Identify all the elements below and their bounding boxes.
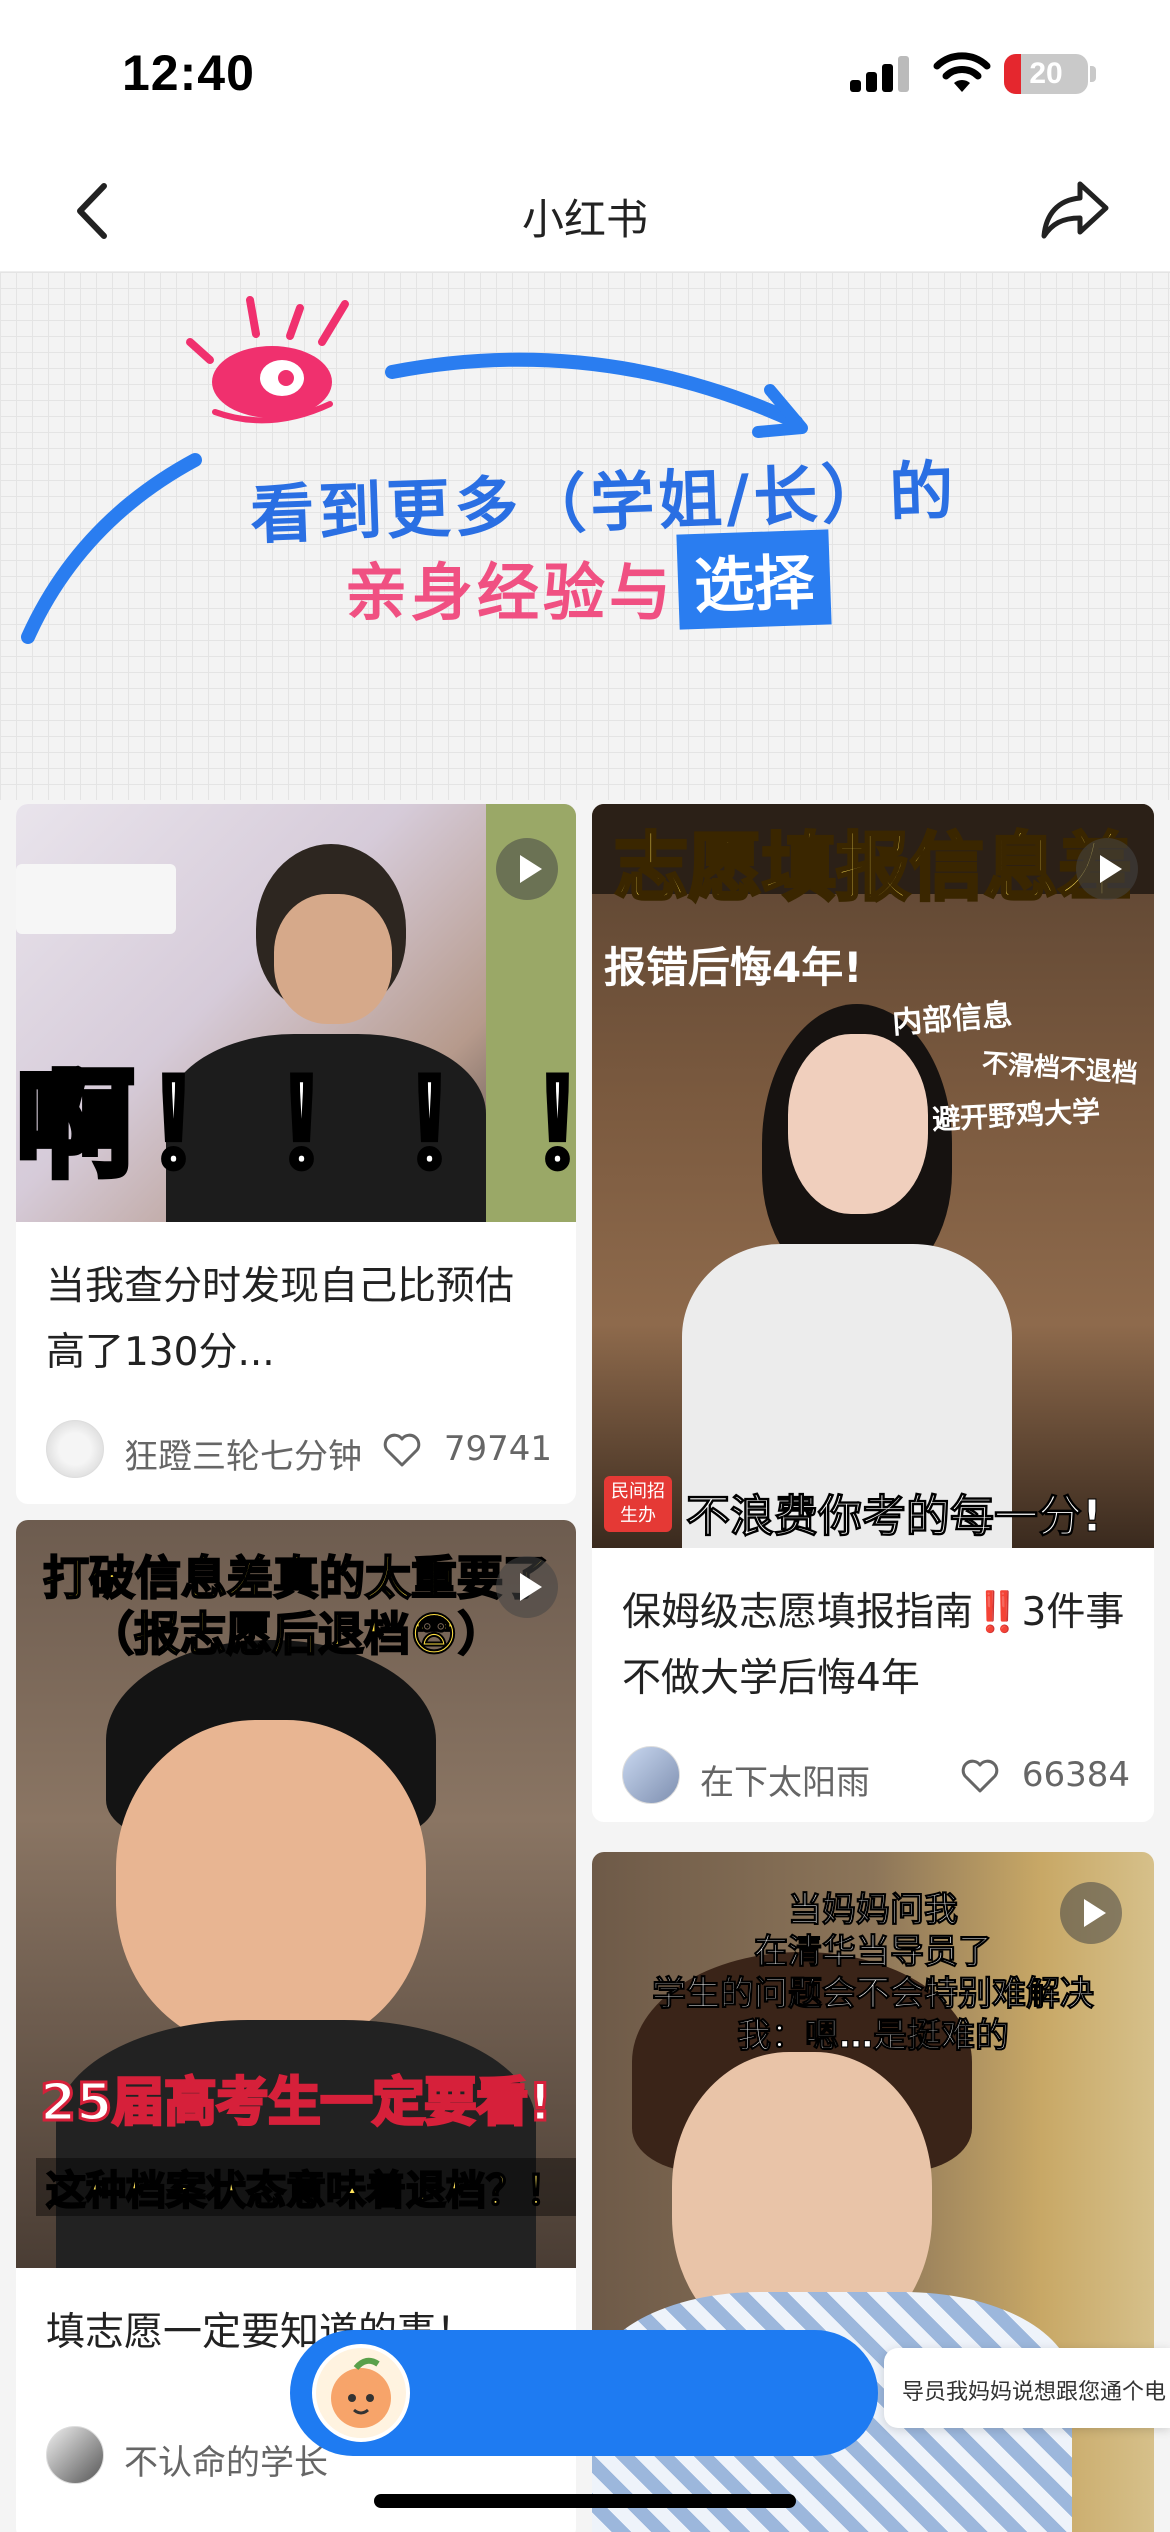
home-indicator	[374, 2494, 796, 2508]
note-meta: 狂蹬三轮七分钟 79741	[46, 1420, 552, 1480]
status-bar: 12:40 20	[0, 0, 1170, 150]
thumbnail-footer: 这种档案状态意味着退档？！	[36, 2158, 576, 2216]
battery-icon: 20	[1004, 54, 1088, 94]
note-meta: 在下太阳雨 66384	[622, 1746, 1130, 1806]
banner-subline: 亲身经验与	[345, 556, 676, 629]
author-name[interactable]: 狂蹬三轮七分钟	[124, 1429, 362, 1478]
play-icon	[496, 838, 558, 900]
note-title: 当我查分时发现自己比预估高了130分...	[46, 1264, 515, 1375]
promo-banner[interactable]: 看到更多（学姐/长）的 亲身经验与 选择	[0, 272, 1170, 800]
thumbnail-note: 避开野鸡大学	[931, 1094, 1101, 1137]
note-thumbnail: 啊！！！！	[16, 804, 576, 1222]
page-title: 小红书	[521, 195, 648, 244]
brand-badge: 民间招生办	[604, 1476, 672, 1532]
avatar[interactable]	[46, 2426, 104, 2484]
thumbnail-note: 内部信息	[891, 997, 1014, 1042]
assistant-avatar[interactable]	[312, 2344, 410, 2442]
thumbnail-caption: 啊！！！！	[16, 1053, 576, 1197]
thumbnail-subhead: 报错后悔4年!	[604, 943, 863, 992]
nav-bar: 小红书	[0, 150, 1170, 272]
note-title: 保姆级志愿填报指南‼️3件事不做大学后悔4年	[622, 1590, 1125, 1701]
peach-mascot-icon	[331, 2357, 391, 2428]
note-thumbnail: 志愿填报信息差 报错后悔4年! 内部信息 不滑档不退档 避开野鸡大学 民间招生办…	[592, 804, 1154, 1548]
author-name[interactable]: 在下太阳雨	[700, 1755, 870, 1804]
floating-message-tip[interactable]: 导员我妈妈说想跟您通个电	[884, 2348, 1170, 2428]
cellular-signal-icon	[850, 56, 910, 92]
play-icon	[1076, 838, 1138, 900]
play-icon	[1060, 1882, 1122, 1944]
avatar[interactable]	[622, 1746, 680, 1804]
note-card[interactable]: 啊！！！！ 当我查分时发现自己比预估高了130分... 狂蹬三轮七分钟 7974…	[16, 804, 576, 1504]
play-icon	[496, 1556, 558, 1618]
heart-icon[interactable]	[960, 1758, 1000, 1794]
eye-icon	[186, 296, 349, 424]
avatar[interactable]	[46, 1420, 104, 1478]
note-card[interactable]: 志愿填报信息差 报错后悔4年! 内部信息 不滑档不退档 避开野鸡大学 民间招生办…	[592, 804, 1154, 1822]
note-thumbnail: 打破信息差真的太重要了 （报志愿后退档😨） 25届高考生一定要看! 这种档案状态…	[16, 1520, 576, 2268]
thumbnail-footer: 不浪费你考的每一分!	[685, 1491, 1103, 1543]
thumbnail-caption: 25届高考生一定要看!	[38, 2072, 553, 2135]
status-time: 12:40	[122, 45, 255, 101]
like-count: 79741	[443, 1429, 552, 1469]
floating-assistant-bar[interactable]	[290, 2330, 878, 2456]
thumbnail-note: 不滑档不退档	[980, 1048, 1139, 1090]
thumbnail-headline: 志愿填报信息差	[613, 824, 1134, 913]
banner-highlight: 选择	[676, 529, 832, 630]
battery-percent: 20	[1029, 57, 1063, 90]
thumbnail-caption: 我：嗯…是挺难的	[737, 2016, 1010, 2057]
battery-tip	[1090, 66, 1096, 82]
note-feed: 啊！！！！ 当我查分时发现自己比预估高了130分... 狂蹬三轮七分钟 7974…	[0, 800, 1170, 2532]
wifi-icon	[933, 52, 991, 92]
like-count: 66384	[1021, 1755, 1130, 1795]
heart-icon[interactable]	[382, 1432, 422, 1468]
author-name[interactable]: 不认命的学长	[124, 2435, 328, 2484]
share-arrow-icon[interactable]	[1036, 170, 1116, 250]
thumbnail-subhead: （报志愿后退档😨）	[87, 1606, 505, 1662]
